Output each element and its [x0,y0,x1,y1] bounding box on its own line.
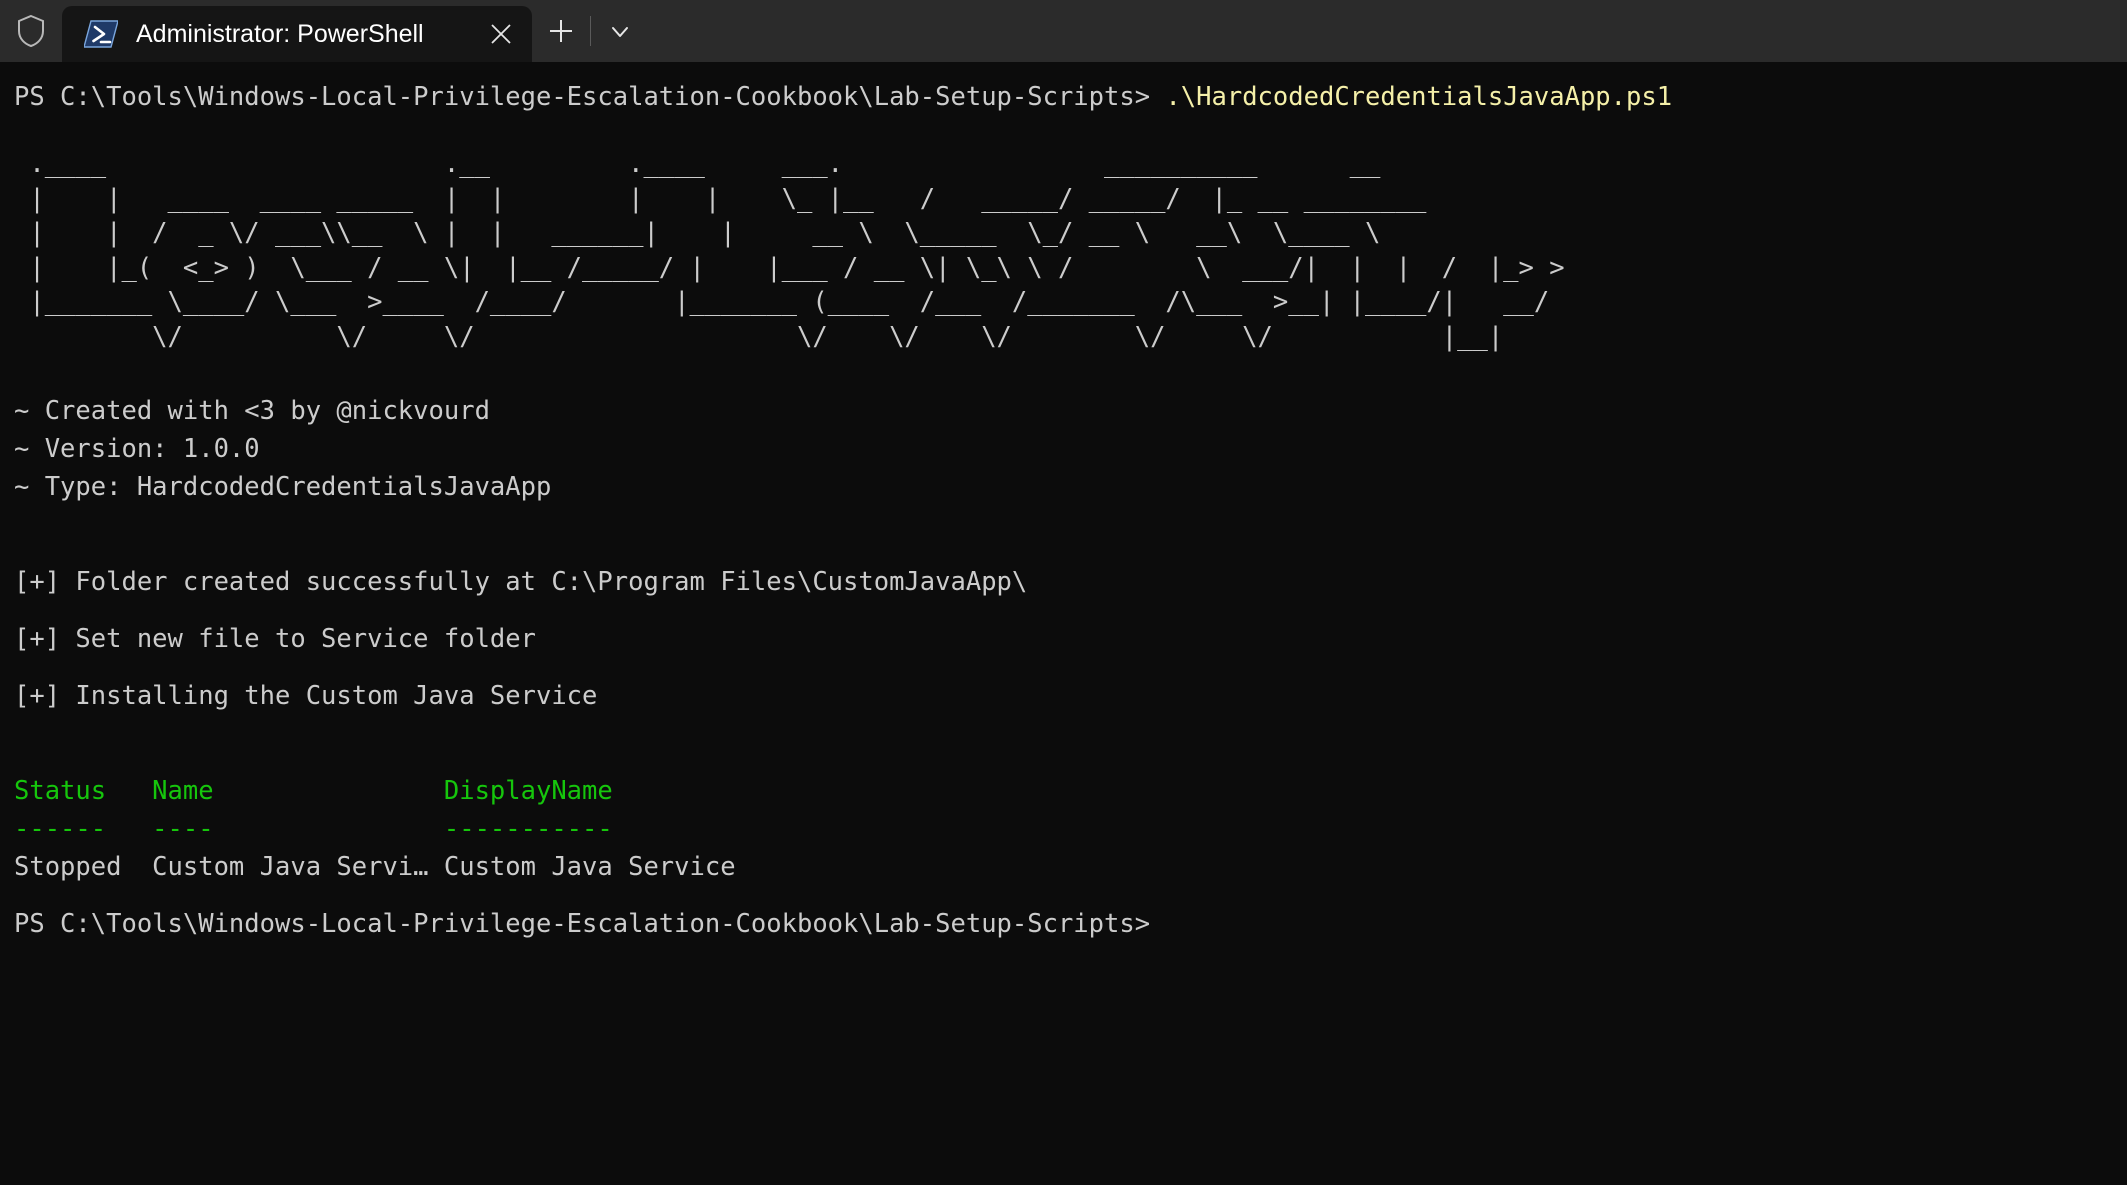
tab-dropdown-button[interactable] [591,0,649,62]
tab-title: Administrator: PowerShell [136,19,424,48]
ascii-art-banner: .____ .__ .____ ___. __________ __ | | _… [29,149,1565,352]
powershell-icon [84,20,118,48]
final-prompt-line: PS C:\Tools\Windows-Local-Privilege-Esca… [14,909,1151,939]
shield-icon [18,14,44,48]
chevron-down-icon [612,27,628,37]
service-table-separator: ------ ---- ----------- [14,814,613,844]
info-line-created-by: ~ Created with <3 by @nickvourd [14,396,490,426]
tabstrip-actions [532,0,649,62]
status-line-set-file: [+] Set new file to Service folder [14,624,536,654]
typed-command: .\HardcodedCredentialsJavaApp.ps1 [1165,82,1673,112]
new-tab-button[interactable] [532,0,590,62]
service-table-header: Status Name DisplayName [14,776,613,806]
close-icon [491,24,511,44]
plus-icon [550,20,572,42]
status-line-folder-created: [+] Folder created successfully at C:\Pr… [14,567,1028,597]
info-line-version: ~ Version: 1.0.0 [14,434,260,464]
elevation-shield-slot [0,0,62,62]
table-row: Stopped Custom Java Servi… Custom Java S… [14,852,736,882]
terminal-output-area[interactable]: PS C:\Tools\Windows-Local-Privilege-Esca… [0,62,2127,1185]
tab-administrator-powershell[interactable]: Administrator: PowerShell [62,6,532,62]
status-line-installing-service: [+] Installing the Custom Java Service [14,681,598,711]
prompt-line-with-command: PS C:\Tools\Windows-Local-Privilege-Esca… [14,78,2127,116]
title-bar: Administrator: PowerShell [0,0,2127,62]
prompt-string: PS C:\Tools\Windows-Local-Privilege-Esca… [14,82,1166,112]
tab-close-button[interactable] [470,6,532,62]
info-line-type: ~ Type: HardcodedCredentialsJavaApp [14,472,552,502]
